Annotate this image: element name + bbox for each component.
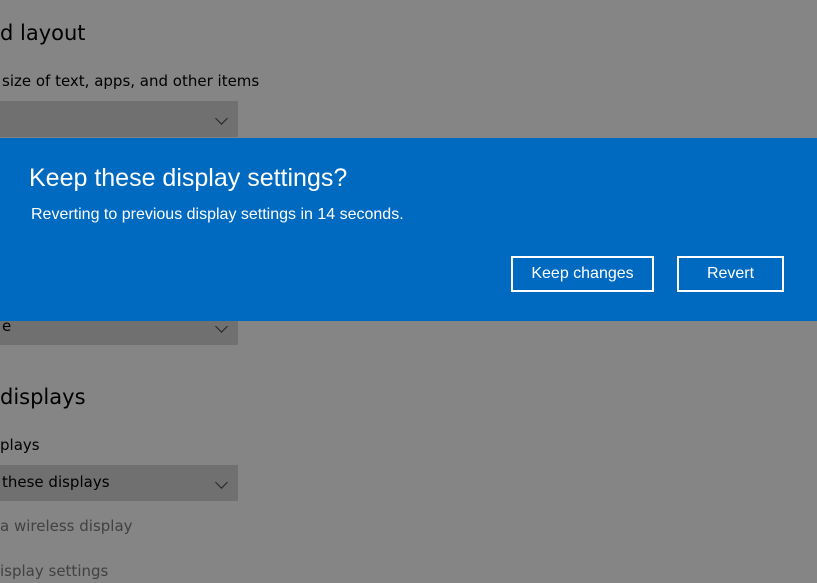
keep-changes-button[interactable]: Keep changes (511, 256, 654, 292)
dialog-message: Reverting to previous display settings i… (31, 206, 404, 223)
revert-button[interactable]: Revert (677, 256, 784, 292)
keep-display-settings-dialog: Keep these display settings? Reverting t… (0, 138, 817, 321)
dialog-title: Keep these display settings? (29, 164, 348, 192)
